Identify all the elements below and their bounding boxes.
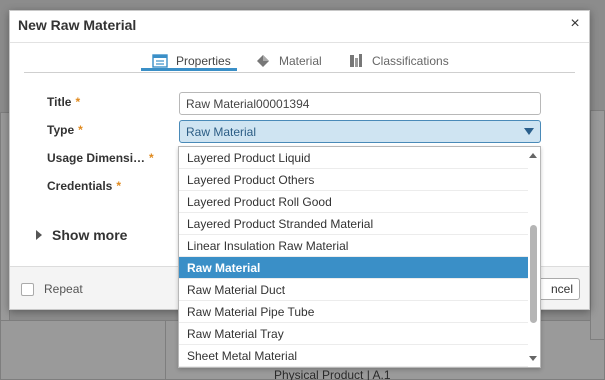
dropdown-options: Layered Product Liquid Layered Product Ot… [179,147,540,367]
repeat-option[interactable]: Repeat [21,282,83,296]
type-select-value: Raw Material [186,124,257,139]
tab-properties-label: Properties [176,54,231,68]
active-tab-indicator [141,68,237,71]
dropdown-option[interactable]: Layered Product Others [179,169,528,191]
required-marker: * [116,179,122,193]
tab-classifications[interactable]: Classifications [348,48,449,74]
background-panel [0,320,175,380]
classifications-icon [348,53,364,69]
required-marker: * [75,95,81,109]
dropdown-option[interactable]: Raw Material [179,257,528,279]
type-field-label: Type * [47,123,83,137]
dropdown-option[interactable]: Raw Material Duct [179,279,528,301]
usage-dimension-label: Usage Dimensi… * [47,151,154,165]
tab-material-label: Material [279,54,322,68]
dropdown-option[interactable]: Raw Material Pipe Tube [179,301,528,323]
title-divider [10,42,589,43]
type-label-text: Type [47,123,75,137]
dropdown-option[interactable]: Layered Product Roll Good [179,191,528,213]
tab-bar: Properties Material Classifications [10,48,589,74]
scroll-up-arrow-icon[interactable] [529,153,537,158]
dropdown-option[interactable]: Sheet Metal Material [179,345,528,367]
dropdown-option[interactable]: Linear Insulation Raw Material [179,235,528,257]
properties-icon [152,53,168,69]
repeat-label: Repeat [44,282,83,296]
repeat-checkbox[interactable] [21,282,34,296]
expand-arrow-icon [36,230,42,240]
type-select[interactable]: Raw Material [179,120,541,143]
credentials-label-text: Credentials [47,179,113,193]
background-product-text: Physical Product | A.1 [274,368,391,380]
tab-material[interactable]: Material [255,48,322,74]
material-icon [255,53,271,69]
required-marker: * [78,123,83,137]
title-field-label: Title * [47,95,80,109]
dialog-title: New Raw Material [18,17,137,33]
show-more-label: Show more [52,227,128,243]
type-dropdown-list[interactable]: Layered Product Liquid Layered Product Ot… [178,146,541,368]
scroll-down-arrow-icon[interactable] [529,356,537,361]
credentials-label: Credentials * [47,179,121,193]
dropdown-option[interactable]: Raw Material Tray [179,323,528,345]
tabs-divider [24,72,575,73]
close-button[interactable]: × [567,15,583,33]
usage-label-text: Usage Dimensi… [47,151,146,165]
dropdown-option[interactable]: Layered Product Stranded Material [179,213,528,235]
title-input[interactable] [179,92,541,115]
background-panel [590,110,605,340]
dropdown-scrollbar-thumb[interactable] [530,225,537,323]
title-label-text: Title [47,95,72,109]
tab-classifications-label: Classifications [372,54,449,68]
dropdown-option[interactable]: Layered Product Liquid [179,147,528,169]
show-more-toggle[interactable]: Show more [36,227,127,243]
required-marker: * [149,151,154,165]
chevron-down-icon[interactable] [524,128,534,135]
